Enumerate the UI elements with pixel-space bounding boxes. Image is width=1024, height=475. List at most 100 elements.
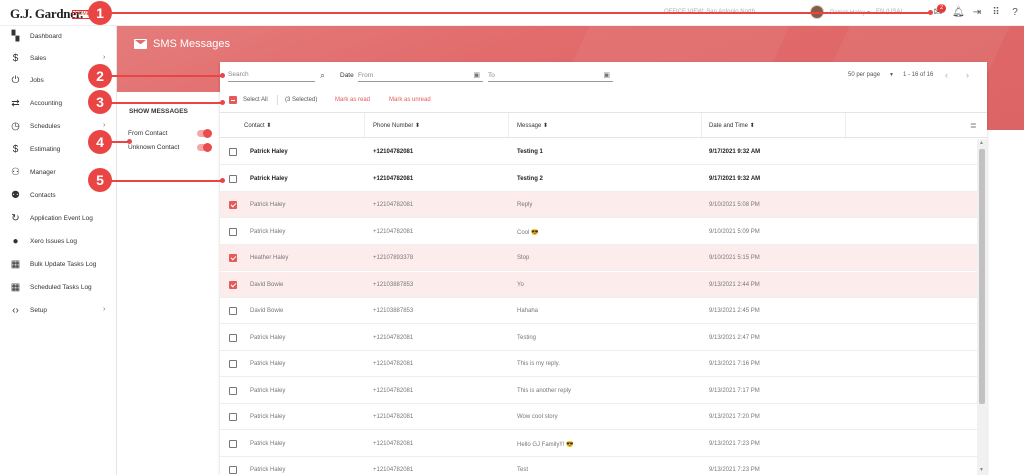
cell-contact: Patrick Haley	[250, 388, 286, 394]
sidebar-item-label: Setup	[30, 307, 47, 314]
callout-1: 1	[88, 1, 112, 25]
select-all-checkbox[interactable]	[229, 96, 237, 104]
cell-message: Cool 😎	[517, 230, 539, 236]
table-body: Patrick Haley +12104782081 Testing 1 9/17/2…	[220, 139, 977, 475]
table-row[interactable]: Patrick Haley +12104782081 Testing 1 9/17/2…	[220, 139, 977, 165]
column-datetime[interactable]: Date and Time ⬍	[709, 122, 755, 129]
scroll-down-icon[interactable]: ▼	[979, 467, 984, 473]
row-checkbox[interactable]	[229, 307, 237, 315]
table-row[interactable]: Patrick Haley +12104782081 Hello GJ Family…	[220, 431, 977, 457]
calendar-icon[interactable]: ▣	[473, 71, 480, 79]
column-message[interactable]: Message ⬍	[517, 122, 548, 129]
table-scrollbar[interactable]: ▲ ▼	[977, 139, 987, 475]
cell-phone: +12104782081	[373, 176, 414, 182]
sidebar-item-label: Accounting	[30, 100, 63, 107]
table-row[interactable]: Patrick Haley +12104782081 Cool 😎 9/10/2021…	[220, 219, 977, 245]
cell-phone: +12104782081	[373, 414, 414, 420]
row-checkbox[interactable]	[229, 334, 237, 342]
row-checkbox[interactable]	[229, 201, 237, 209]
table-row[interactable]: Patrick Haley +12104782081 Testing 9/13/202…	[220, 325, 977, 351]
mark-as-unread-button[interactable]: Mark as unread	[389, 97, 431, 103]
cell-message: This is my reply.	[517, 361, 560, 367]
table-row[interactable]: Patrick Haley +12104782081 Testing 2 9/17/2…	[220, 166, 977, 192]
cell-datetime: 9/13/2021 2:45 PM	[709, 308, 760, 314]
cell-datetime: 9/10/2021 5:15 PM	[709, 255, 760, 261]
sidebar-item-xero-issues-log[interactable]: ● Xero Issues Log	[0, 231, 117, 253]
cell-contact: David Bowie	[250, 282, 284, 288]
bell-icon[interactable]: 🔔︎	[952, 7, 965, 19]
messages-card: ⌕ Date From ▣ To ▣ 50 per page ▼ 1 - 16 …	[220, 62, 987, 475]
next-page-button[interactable]: ›	[966, 70, 969, 80]
cell-message: Stop	[517, 255, 530, 261]
row-checkbox[interactable]	[229, 228, 237, 236]
row-checkbox[interactable]	[229, 175, 237, 183]
cell-datetime: 9/13/2021 2:47 PM	[709, 335, 760, 341]
calendar-icon: ▦	[10, 259, 21, 270]
bulk-actions-bar: Select All (3 Selected) Mark as read Mar…	[220, 92, 987, 108]
clock-icon: ◷	[11, 121, 20, 132]
table-row[interactable]: Patrick Haley +12104782081 This is my repl…	[220, 351, 977, 377]
from-contact-label: From Contact	[128, 130, 168, 137]
sidebar-item-application-event-log[interactable]: ↻ Application Event Log	[0, 208, 117, 230]
table-header: Contact ⬍ Phone Number ⬍ Message ⬍ Date …	[220, 112, 987, 139]
table-row[interactable]: David Bowie +12103887853 Hahaha 9/13/2021 2…	[220, 298, 977, 324]
table-row[interactable]: Heather Haley +12107893378 Stop 9/10/2021 5…	[220, 245, 977, 271]
row-checkbox[interactable]	[229, 281, 237, 289]
row-checkbox[interactable]	[229, 387, 237, 395]
scroll-up-icon[interactable]: ▲	[979, 140, 984, 146]
row-checkbox[interactable]	[229, 413, 237, 421]
column-contact[interactable]: Contact ⬍	[244, 122, 271, 129]
column-phone[interactable]: Phone Number ⬍	[373, 122, 420, 129]
table-row[interactable]: Patrick Haley +12104782081 Wow cool story 9…	[220, 404, 977, 430]
row-checkbox[interactable]	[229, 254, 237, 262]
callout-dot	[220, 73, 225, 78]
sidebar-item-scheduled-tasks-log[interactable]: ▦ Scheduled Tasks Log	[0, 277, 117, 299]
people-icon: ⚉	[11, 190, 20, 201]
row-checkbox[interactable]	[229, 440, 237, 448]
callout-dot	[127, 139, 132, 144]
sidebar-item-dashboard[interactable]: ▚ Dashboard	[0, 26, 117, 48]
cell-phone: +12104782081	[373, 202, 414, 208]
callout-2: 2	[88, 64, 112, 88]
dollar-icon: $	[12, 53, 19, 64]
per-page-select[interactable]: 50 per page	[848, 72, 880, 78]
search-icon[interactable]: ⌕	[320, 70, 325, 81]
scrollbar-thumb[interactable]	[979, 149, 985, 404]
cell-message: This is another reply	[517, 388, 572, 394]
apps-grid-icon[interactable]: ⠿	[990, 7, 1002, 19]
logout-icon[interactable]: ⇥	[971, 7, 983, 19]
sidebar-item-bulk-update-tasks-log[interactable]: ▦ Bulk Update Tasks Log	[0, 254, 117, 276]
cell-phone: +12104782081	[373, 467, 414, 473]
mark-as-read-button[interactable]: Mark as read	[335, 97, 370, 103]
cell-contact: Patrick Haley	[250, 467, 286, 473]
cell-phone: +12103887853	[373, 308, 414, 314]
cell-message: Yo	[517, 282, 524, 288]
callout-line	[110, 180, 222, 182]
caret-down-icon[interactable]: ▼	[889, 72, 894, 78]
page-title: SMS Messages	[153, 38, 231, 50]
person-icon: ⚇	[11, 167, 20, 178]
prev-page-button[interactable]: ‹	[945, 70, 948, 80]
row-checkbox[interactable]	[229, 466, 237, 474]
cell-contact: Patrick Haley	[250, 335, 286, 341]
from-contact-toggle[interactable]	[197, 129, 212, 138]
row-checkbox[interactable]	[229, 148, 237, 156]
table-row[interactable]: Patrick Haley +12104782081 Reply 9/10/2021 …	[220, 192, 977, 218]
select-all-label[interactable]: Select All	[243, 97, 268, 103]
density-icon[interactable]: ≣	[970, 121, 977, 130]
table-row[interactable]: Patrick Haley +12104782081 This is another…	[220, 378, 977, 404]
row-checkbox[interactable]	[229, 360, 237, 368]
table-row[interactable]: David Bowie +12103887853 Yo 9/13/2021 2:44 …	[220, 272, 977, 298]
date-to-field[interactable]: To ▣	[488, 68, 613, 82]
table-row[interactable]: Patrick Haley +12104782081 Test 9/13/2021 7…	[220, 457, 977, 475]
cell-contact: David Bowie	[250, 308, 284, 314]
sidebar-item-setup[interactable]: ‹› Setup ›	[0, 300, 117, 322]
search-input[interactable]	[228, 68, 315, 82]
date-to-placeholder: To	[488, 72, 495, 79]
from-contact-toggle-row: From Contact	[127, 128, 217, 140]
calendar-icon[interactable]: ▣	[603, 71, 610, 79]
cell-message: Reply	[517, 202, 533, 208]
help-icon[interactable]: ?	[1009, 7, 1021, 19]
unknown-contact-toggle[interactable]	[197, 143, 212, 152]
date-from-field[interactable]: From ▣	[358, 68, 483, 82]
